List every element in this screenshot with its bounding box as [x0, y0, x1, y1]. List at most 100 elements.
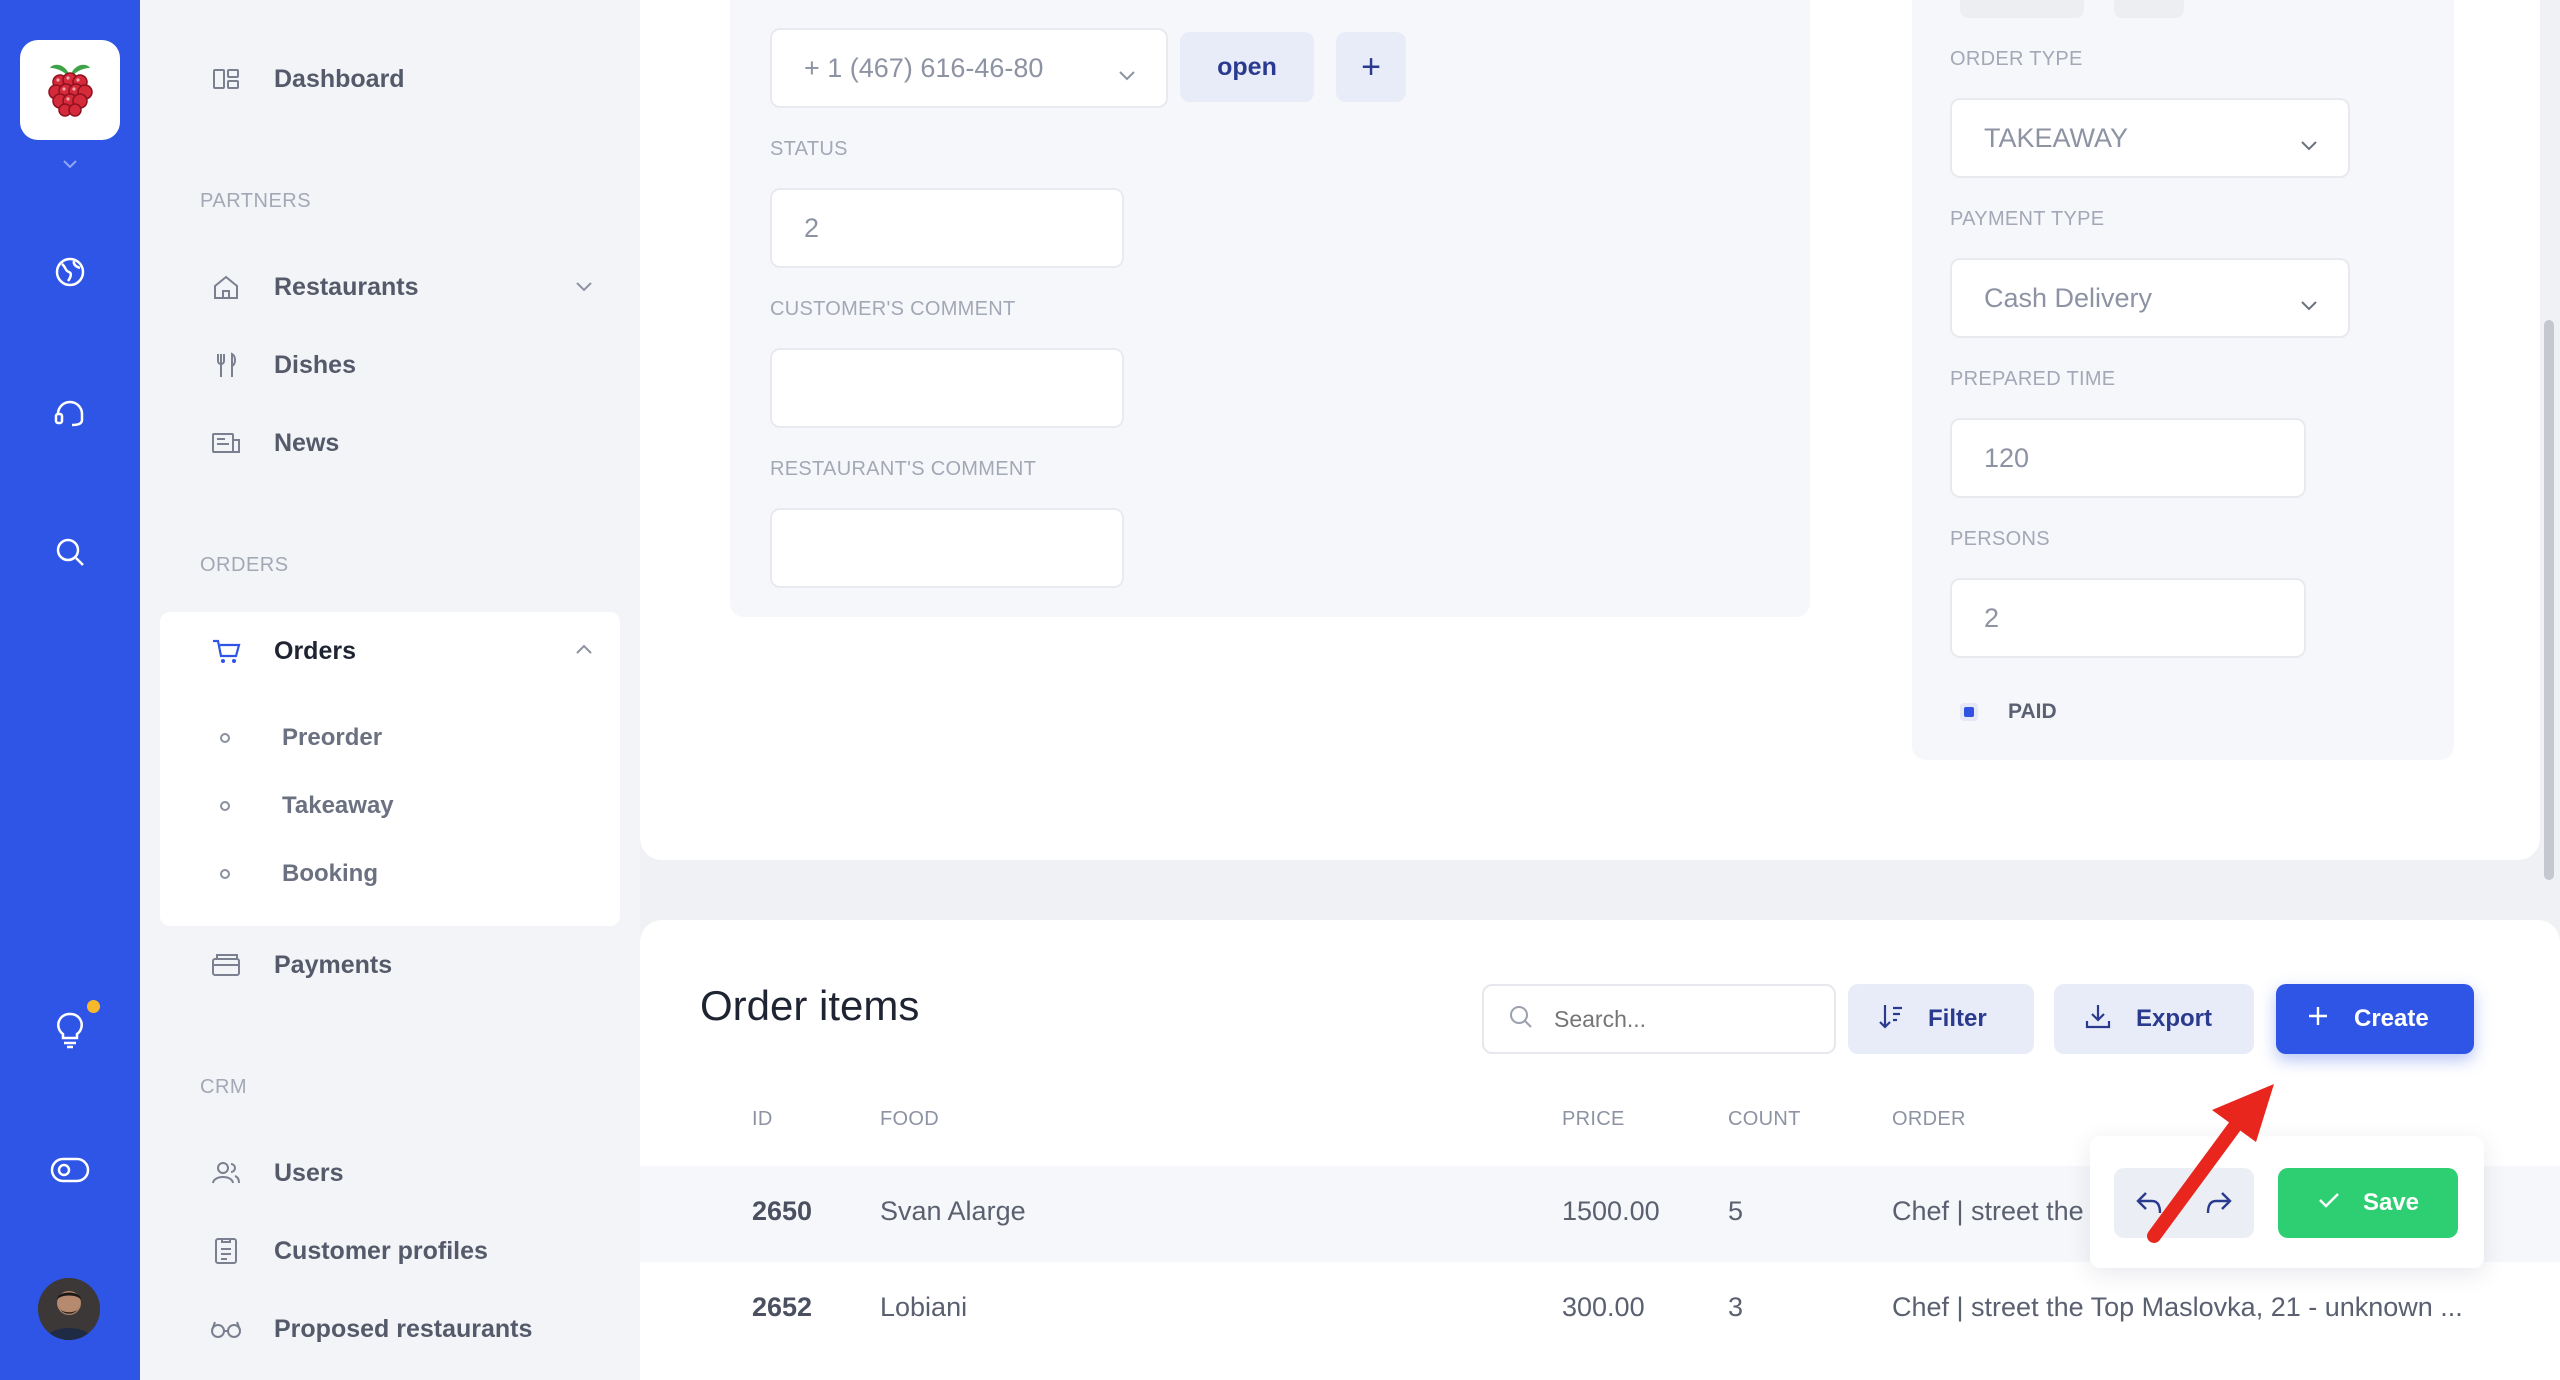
table-row[interactable]: 2652 Lobiani 300.00 3 Chef | street the …	[640, 1262, 2560, 1358]
sidebar: Dashboard PARTNERS Restaurants Dishes Ne…	[140, 0, 640, 1380]
annotation-arrow	[2147, 1084, 2274, 1243]
lightbulb-icon[interactable]	[44, 1004, 96, 1056]
filter-button[interactable]: Filter	[1848, 984, 2034, 1054]
sidebar-item-orders[interactable]: Orders	[160, 616, 620, 686]
order-items-title: Order items	[700, 982, 920, 1029]
search-input[interactable]	[1554, 1005, 1814, 1033]
check-icon	[2317, 1189, 2341, 1217]
sidebar-item-proposed-restaurants[interactable]: Proposed restaurants	[160, 1294, 620, 1364]
notification-dot	[87, 1000, 100, 1013]
column-header-count[interactable]: COUNT	[1728, 1108, 1801, 1131]
customer-comment-label: CUSTOMER'S COMMENT	[770, 298, 1016, 320]
search-icon[interactable]	[44, 526, 96, 578]
glasses-icon	[206, 1318, 246, 1340]
chevron-up-icon	[572, 640, 596, 665]
cell-count: 5	[1728, 1196, 1744, 1226]
save-label: Save	[2362, 1189, 2420, 1216]
profile-doc-icon	[206, 1236, 246, 1266]
payment-type-select[interactable]: Cash Delivery	[1950, 258, 2350, 338]
chevron-down-icon	[572, 276, 596, 301]
globe-icon[interactable]	[44, 246, 96, 298]
status-field[interactable]: 2	[770, 188, 1124, 268]
icon-rail	[0, 0, 140, 1380]
customer-comment-field[interactable]	[770, 348, 1124, 428]
sidebar-item-payments[interactable]: Payments	[160, 930, 620, 1000]
raspberry-logo-icon[interactable]	[20, 40, 120, 140]
persons-label: PERSONS	[1950, 528, 2050, 550]
prepared-time-value: 120	[1984, 442, 2030, 473]
sidebar-subitem-booking[interactable]: Booking	[160, 844, 620, 904]
support-chat-icon[interactable]	[44, 386, 96, 438]
payment-type-value: Cash Delivery	[1984, 282, 2153, 313]
section-label-partners: PARTNERS	[200, 190, 312, 212]
wallet-icon	[206, 952, 246, 978]
panel-tab[interactable]	[1960, 0, 2084, 18]
sidebar-item-dishes[interactable]: Dishes	[160, 330, 620, 400]
export-button[interactable]: Export	[2054, 984, 2254, 1054]
order-items-search[interactable]	[1482, 984, 1836, 1054]
customer-phone-value: + 1 (467) 616-46-80	[804, 52, 1044, 83]
prepared-time-field[interactable]: 120	[1950, 418, 2306, 498]
cell-food: Lobiani	[880, 1292, 968, 1322]
toggle-icon[interactable]	[44, 1144, 96, 1196]
panel-tab[interactable]	[2114, 0, 2184, 18]
sidebar-item-label: Orders	[274, 636, 356, 665]
create-label: Create	[2354, 1005, 2429, 1032]
sidebar-subitem-label: Booking	[282, 860, 378, 887]
cell-price: 300.00	[1562, 1292, 1645, 1322]
sidebar-item-news[interactable]: News	[160, 408, 620, 478]
sidebar-subitem-takeaway[interactable]: Takeaway	[160, 776, 620, 836]
sidebar-item-label: Payments	[274, 950, 393, 979]
plus-icon: +	[1361, 47, 1381, 86]
create-button[interactable]: Create	[2276, 984, 2474, 1054]
sidebar-item-label: Users	[274, 1158, 344, 1187]
status-value: 2	[804, 212, 820, 243]
cell-order: Chef | street the Top Maslovka, 21 - unk…	[1892, 1292, 2463, 1322]
cell-id: 2652	[752, 1292, 813, 1322]
download-icon	[2084, 1002, 2112, 1037]
paid-checkbox[interactable]	[1960, 703, 1978, 721]
cell-price: 1500.00	[1562, 1196, 1660, 1226]
column-header-food[interactable]: FOOD	[880, 1108, 939, 1131]
order-type-value: TAKEAWAY	[1984, 122, 2129, 153]
sidebar-subitem-preorder[interactable]: Preorder	[160, 708, 620, 768]
dashboard-icon	[206, 67, 246, 91]
sidebar-item-customer-profiles[interactable]: Customer profiles	[160, 1216, 620, 1286]
sidebar-item-dashboard[interactable]: Dashboard	[160, 44, 620, 114]
column-header-order[interactable]: ORDER	[1892, 1108, 1966, 1131]
section-label-crm: CRM	[200, 1076, 248, 1098]
save-button[interactable]: Save	[2278, 1168, 2458, 1238]
status-label: STATUS	[770, 138, 848, 160]
persons-value: 2	[1984, 602, 2000, 633]
chevron-down-icon	[2298, 130, 2320, 161]
bullet-icon	[220, 869, 230, 879]
chevron-down-icon[interactable]	[58, 156, 82, 172]
sidebar-item-label: Customer profiles	[274, 1236, 488, 1265]
plus-icon	[2306, 1004, 2330, 1035]
home-icon	[206, 274, 246, 300]
cell-id: 2650	[752, 1196, 813, 1226]
paid-label: PAID	[2008, 700, 2057, 723]
persons-field[interactable]: 2	[1950, 578, 2306, 658]
paid-checkbox-row[interactable]: PAID	[1960, 700, 2057, 724]
column-header-id[interactable]: ID	[752, 1108, 773, 1131]
sidebar-item-users[interactable]: Users	[160, 1138, 620, 1208]
sort-filter-icon	[1878, 1002, 1904, 1037]
add-customer-button[interactable]: +	[1336, 32, 1406, 102]
payment-type-label: PAYMENT TYPE	[1950, 208, 2105, 230]
avatar[interactable]	[38, 1278, 100, 1340]
order-type-select[interactable]: TAKEAWAY	[1950, 98, 2350, 178]
sidebar-item-label: Proposed restaurants	[274, 1314, 533, 1343]
column-header-price[interactable]: PRICE	[1562, 1108, 1625, 1131]
customer-phone-select[interactable]: + 1 (467) 616-46-80	[770, 28, 1168, 108]
news-icon	[206, 431, 246, 455]
section-label-orders: ORDERS	[200, 554, 289, 576]
chevron-down-icon	[2298, 290, 2320, 321]
restaurant-comment-field[interactable]	[770, 508, 1124, 588]
sidebar-item-restaurants[interactable]: Restaurants	[160, 252, 620, 322]
page-scrollbar[interactable]	[2544, 320, 2554, 880]
sidebar-subitem-label: Preorder	[282, 724, 383, 751]
users-icon	[206, 1160, 246, 1186]
search-icon	[1508, 1004, 1534, 1035]
open-customer-button[interactable]: open	[1180, 32, 1314, 102]
